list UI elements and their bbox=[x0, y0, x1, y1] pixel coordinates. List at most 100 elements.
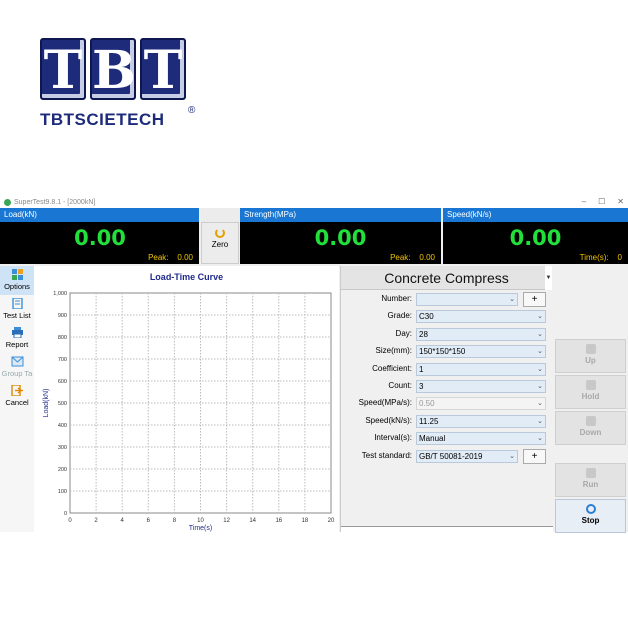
control-label: Up bbox=[585, 356, 596, 365]
param-field[interactable]: 28 ⌄ bbox=[416, 327, 546, 341]
zero-button[interactable]: Zero bbox=[201, 222, 239, 264]
machine-controls: Up Hold Down Run Stop bbox=[553, 266, 628, 533]
x-tick-label: 4 bbox=[121, 518, 125, 524]
exit-icon bbox=[10, 385, 23, 396]
peak-readout: Peak: 0.00 bbox=[390, 253, 435, 262]
x-tick-label: 10 bbox=[197, 518, 204, 524]
run-button[interactable]: Run bbox=[555, 463, 626, 497]
param-label: Count: bbox=[388, 380, 412, 390]
toolbar-label: Test List bbox=[3, 311, 31, 320]
param-value: Manual bbox=[419, 434, 446, 444]
y-tick-label: 200 bbox=[58, 467, 67, 473]
hold-button[interactable]: Hold bbox=[555, 375, 626, 409]
param-label: Interval(s): bbox=[374, 433, 412, 443]
param-row: Size(mm): 150*150*150 ⌄ bbox=[341, 343, 552, 360]
param-row: Interval(s): Manual ⌄ bbox=[341, 430, 552, 447]
close-icon[interactable]: ✕ bbox=[617, 197, 624, 206]
left-toolbar: Options Test List Report Group Ta Cancel bbox=[0, 266, 34, 532]
strength-readout: Strength(MPa) 0.00 Peak: 0.00 bbox=[240, 208, 443, 264]
control-label: Down bbox=[579, 428, 602, 437]
down-button[interactable]: Down bbox=[555, 411, 626, 445]
stop-button[interactable]: Stop bbox=[555, 499, 626, 533]
peak-label: Peak: bbox=[390, 253, 411, 262]
param-value: 3 bbox=[419, 381, 424, 391]
x-tick-label: 18 bbox=[302, 518, 309, 524]
toolbar-group-button[interactable]: Group Ta bbox=[0, 353, 34, 382]
printer-icon bbox=[11, 327, 23, 338]
logo-letter: T bbox=[140, 38, 186, 101]
time-readout: Time(s): 0 bbox=[580, 253, 622, 262]
speed-readout: Speed(kN/s) 0.00 Time(s): 0 bbox=[443, 208, 628, 264]
param-label: Grade: bbox=[387, 311, 412, 321]
load-time-chart: Load-Time Curve 0 2 4 6 8 10 12 14 16 18 20 0 100 200… bbox=[34, 266, 339, 532]
toolbar-cancel-button[interactable]: Cancel bbox=[0, 382, 34, 411]
screen: T B T TBTSCIETECH ® SuperTest9.8.1 - [20… bbox=[0, 0, 628, 628]
readout-label: Strength(MPa) bbox=[240, 208, 441, 222]
param-label: Speed(kN/s): bbox=[365, 415, 412, 425]
toolbar-test-list-button[interactable]: Test List bbox=[0, 295, 34, 324]
param-field[interactable]: C30 ⌄ bbox=[416, 310, 546, 324]
param-value: 150*150*150 bbox=[419, 347, 466, 357]
result-tabs-strip bbox=[341, 526, 553, 532]
param-field[interactable]: 11.25 ⌄ bbox=[416, 414, 546, 428]
x-tick-label: 8 bbox=[173, 518, 177, 524]
toolbar-label: Report bbox=[5, 340, 29, 349]
parameters-panel: Concrete Compress ▼ Number: ⌄ + Grade: C30 ⌄ D… bbox=[340, 266, 553, 532]
y-axis-label: Load(kN) bbox=[43, 389, 50, 418]
x-tick-label: 16 bbox=[275, 518, 282, 524]
chevron-down-icon: ⌄ bbox=[537, 382, 543, 390]
param-field[interactable]: 1 ⌄ bbox=[416, 362, 546, 376]
stop-icon bbox=[585, 504, 596, 514]
logo-letter: T bbox=[40, 38, 86, 101]
toolbar-options-button[interactable]: Options bbox=[0, 266, 34, 295]
list-icon bbox=[11, 298, 23, 309]
add-button[interactable]: + bbox=[523, 448, 546, 464]
chevron-down-icon: ▼ bbox=[545, 266, 552, 290]
up-button[interactable]: Up bbox=[555, 339, 626, 373]
down-arrow-icon bbox=[585, 416, 596, 426]
x-tick-label: 0 bbox=[68, 518, 72, 524]
x-axis-label: Time(s) bbox=[189, 525, 212, 532]
y-tick-label: 500 bbox=[58, 401, 67, 407]
param-label: Coefficient: bbox=[372, 363, 412, 373]
chevron-down-icon: ⌄ bbox=[537, 435, 543, 443]
peak-readout: Peak: 0.00 bbox=[148, 253, 193, 262]
add-button[interactable]: + bbox=[523, 292, 546, 307]
chevron-down-icon: ⌄ bbox=[537, 330, 543, 338]
toolbar-label: Options bbox=[4, 282, 30, 291]
control-label: Stop bbox=[581, 516, 600, 525]
title-bar: SuperTest9.8.1 - [2000kN] – ☐ ✕ bbox=[0, 196, 628, 208]
param-value: 11.25 bbox=[419, 416, 439, 426]
param-field[interactable]: 3 ⌄ bbox=[416, 379, 546, 393]
param-row: Number: ⌄ + bbox=[341, 291, 552, 308]
y-tick-label: 400 bbox=[58, 423, 67, 429]
toolbar-report-button[interactable]: Report bbox=[0, 324, 34, 353]
readout-panel: Load(kN) 0.00 Peak: 0.00 Strength(MPa) 0… bbox=[0, 208, 628, 264]
y-tick-label: 1,000 bbox=[53, 291, 67, 297]
param-field[interactable]: 150*150*150 ⌄ bbox=[416, 345, 546, 359]
minimize-icon[interactable]: – bbox=[582, 197, 586, 206]
y-tick-label: 0 bbox=[64, 511, 67, 517]
param-field[interactable]: Manual ⌄ bbox=[416, 432, 546, 446]
param-field[interactable]: GB/T 50081-2019 ⌄ bbox=[416, 449, 518, 463]
time-value: 0 bbox=[617, 253, 622, 262]
readout-value: 0.00 bbox=[74, 226, 126, 250]
chevron-down-icon: ⌄ bbox=[509, 296, 515, 303]
app-icon bbox=[4, 198, 11, 206]
test-type-selector[interactable]: Concrete Compress ▼ bbox=[341, 266, 552, 290]
y-tick-label: 900 bbox=[58, 313, 67, 319]
load-readout: Load(kN) 0.00 Peak: 0.00 bbox=[0, 208, 201, 264]
brand-name: TBTSCIETECH bbox=[40, 110, 165, 129]
x-tick-label: 20 bbox=[328, 518, 335, 524]
param-value: GB/T 50081-2019 bbox=[419, 451, 483, 461]
maximize-icon[interactable]: ☐ bbox=[598, 197, 605, 206]
param-field[interactable]: ⌄ bbox=[416, 293, 518, 306]
logo-letter: B bbox=[90, 38, 136, 101]
up-arrow-icon bbox=[585, 344, 596, 354]
param-label: Speed(MPa/s): bbox=[358, 398, 412, 408]
param-label: Day: bbox=[395, 328, 412, 338]
x-tick-label: 6 bbox=[147, 518, 151, 524]
chevron-down-icon: ⌄ bbox=[537, 400, 543, 408]
time-label: Time(s): bbox=[579, 253, 609, 262]
param-row: Coefficient: 1 ⌄ bbox=[341, 361, 552, 378]
